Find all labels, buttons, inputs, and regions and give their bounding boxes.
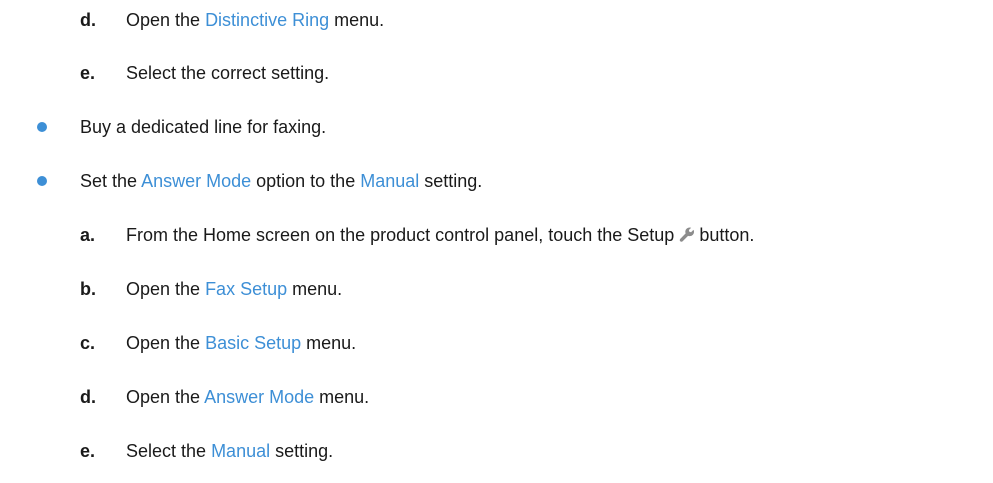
step-text-pre: Open the (126, 279, 206, 299)
bullet-dot-icon (37, 122, 47, 132)
step-text-post: menu. (329, 10, 385, 30)
step-text-post: menu. (287, 279, 343, 299)
instruction-document: d. Open the Distinctive Ring menu. e. Se… (0, 0, 993, 483)
step-marker: a. (80, 225, 96, 245)
step-text: Open the Basic Setup menu. (126, 329, 356, 357)
step-text-post: menu. (314, 387, 370, 407)
bullet-dot-icon (37, 176, 47, 186)
step-text: Open the Fax Setup menu. (126, 275, 342, 303)
ui-term-manual: Manual (360, 171, 420, 191)
step-d-distinctive-ring: d. Open the Distinctive Ring menu. (0, 6, 993, 34)
step-marker: e. (80, 63, 96, 83)
step-text-post: menu. (301, 333, 357, 353)
step-text-pre: Open the (126, 333, 206, 353)
step-text-pre: Open the (126, 387, 205, 407)
bullet-item-answer-mode: Set the Answer Mode option to the Manual… (0, 167, 993, 195)
ui-term-answer-mode: Answer Mode (141, 171, 252, 191)
step-b-fax-setup: b. Open the Fax Setup menu. (0, 275, 993, 303)
bullet-text: Buy a dedicated line for faxing. (80, 117, 327, 137)
step-text: From the Home screen on the product cont… (126, 221, 754, 249)
ui-term-basic-setup: Basic Setup (205, 333, 302, 353)
bullet-text-mid: option to the (251, 171, 361, 191)
step-text-pre: From the Home screen on the product cont… (126, 225, 675, 245)
ui-term-distinctive-ring: Distinctive Ring (205, 10, 330, 30)
step-e-manual: e. Select the Manual setting. (0, 437, 993, 465)
step-text: Select the correct setting. (126, 63, 330, 83)
step-a-home-screen: a. From the Home screen on the product c… (0, 221, 993, 249)
step-marker: d. (80, 10, 96, 30)
step-text: Select the Manual setting. (126, 437, 333, 465)
step-marker: b. (80, 279, 96, 299)
step-marker: d. (80, 387, 96, 407)
step-text: Open the Answer Mode menu. (126, 383, 369, 411)
step-marker: e. (80, 441, 96, 461)
bullet-text: Set the Answer Mode option to the Manual… (80, 167, 482, 195)
step-text: Open the Distinctive Ring menu. (126, 6, 384, 34)
step-e-select-correct: e. Select the correct setting. (0, 59, 993, 87)
step-text-pre: Open the (126, 10, 206, 30)
wrench-icon (680, 227, 695, 242)
step-text-post: setting. (270, 441, 334, 461)
ui-term-manual: Manual (211, 441, 271, 461)
bullet-text-pre: Set the (80, 171, 142, 191)
ui-term-answer-mode: Answer Mode (204, 387, 315, 407)
ui-term-fax-setup: Fax Setup (205, 279, 288, 299)
bullet-text-post: setting. (419, 171, 483, 191)
step-text-pre: Select the (126, 441, 212, 461)
step-marker: c. (80, 333, 96, 353)
step-d-answer-mode: d. Open the Answer Mode menu. (0, 383, 993, 411)
step-text-post: button. (699, 225, 755, 245)
step-c-basic-setup: c. Open the Basic Setup menu. (0, 329, 993, 357)
bullet-item-dedicated-line: Buy a dedicated line for faxing. (0, 113, 993, 141)
